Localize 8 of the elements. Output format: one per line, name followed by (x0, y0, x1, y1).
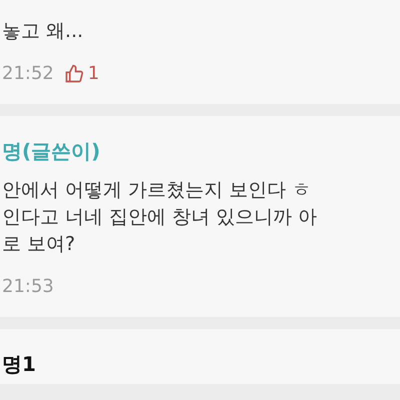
comment-author: 명(글쓴이) (2, 138, 100, 165)
comment-time: 21:52 (2, 63, 54, 84)
comment-text: 놓고 왜... (2, 19, 84, 44)
like-button[interactable]: 1 (64, 63, 100, 84)
comment-author: 명1 (2, 351, 36, 378)
comment-text: 안에서 어떻게 가르쳤는지 보인다 ㅎ 인다고 너네 집안에 창녀 있으니까 아 로 보여? (2, 178, 318, 257)
comment-time: 21:53 (2, 276, 54, 297)
thumbs-up-icon (64, 64, 84, 84)
